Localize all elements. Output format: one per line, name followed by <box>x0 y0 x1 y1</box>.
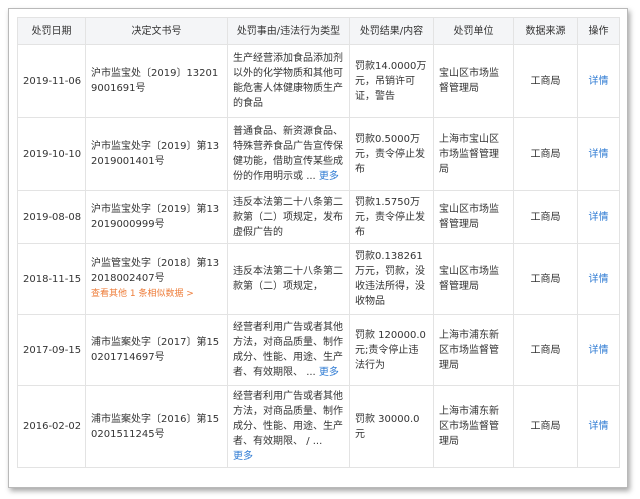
cell-doc-no: 沪市监宝处〔2019〕132019001691号 <box>85 44 228 118</box>
details-link[interactable]: 详情 <box>589 345 609 356</box>
table-row: 2019-11-06 沪市监宝处〔2019〕132019001691号 生产经营… <box>17 44 620 118</box>
cell-unit: 上海市宝山区市场监督管理局 <box>433 117 514 191</box>
table-row: 2019-10-10 沪市监宝处字〔2019〕第132019001401号 普通… <box>17 117 620 191</box>
cell-reason: 经营者利用广告或者其他方法，对商品质量、制作成分、性能、用途、生产者、有效期限、… <box>227 385 350 468</box>
cell-action: 详情 <box>577 44 620 118</box>
cell-unit: 宝山区市场监督管理局 <box>433 243 514 315</box>
cell-action: 详情 <box>577 314 620 386</box>
cell-result: 罚款14.0000万元，吊销许可证，警告 <box>349 44 434 118</box>
cell-action: 详情 <box>577 243 620 315</box>
header-source: 数据来源 <box>513 17 578 45</box>
table-row: 2016-02-02 浦市监案处字〔2016〕第150201511245号 经营… <box>17 385 620 468</box>
details-link[interactable]: 详情 <box>589 421 609 432</box>
cell-result: 罚款 120000.0元;责令停止违法行为 <box>349 314 434 386</box>
cell-action: 详情 <box>577 117 620 191</box>
cell-reason: 普通食品、新资源食品、特殊营养食品广告宣传保健功能，借助宣传某些成份的作用明示或… <box>227 117 350 191</box>
table-header-row: 处罚日期 决定文书号 处罚事由/违法行为类型 处罚结果/内容 处罚单位 数据来源… <box>17 17 620 45</box>
reason-text: 经营者利用广告或者其他方法，对商品质量、制作成分、性能、用途、生产者、有效期限、 <box>233 391 343 447</box>
screenshot-frame: 处罚日期 决定文书号 处罚事由/违法行为类型 处罚结果/内容 处罚单位 数据来源… <box>8 8 628 488</box>
table-row: 2017-09-15 浦市监案处字〔2017〕第150201714697号 经营… <box>17 314 620 386</box>
cell-unit: 上海市浦东新区市场监督管理局 <box>433 385 514 468</box>
cell-source: 工商局 <box>513 314 578 386</box>
header-unit: 处罚单位 <box>433 17 514 45</box>
details-link[interactable]: 详情 <box>589 274 609 285</box>
cell-source: 工商局 <box>513 190 578 244</box>
header-result: 处罚结果/内容 <box>349 17 434 45</box>
reason-ellipsis: / ... <box>306 436 323 447</box>
cell-date: 2019-08-08 <box>17 190 86 244</box>
cell-reason: 违反本法第二十八条第二款第（二）项规定， <box>227 243 350 315</box>
details-link[interactable]: 详情 <box>589 76 609 87</box>
cell-result: 罚款0.138261万元，罚款，没收违法所得，没收物品 <box>349 243 434 315</box>
cell-unit: 上海市浦东新区市场监督管理局 <box>433 314 514 386</box>
reason-ellipsis: ... <box>306 367 316 378</box>
cell-date: 2017-09-15 <box>17 314 86 386</box>
cell-doc-no: 浦市监案处字〔2017〕第150201714697号 <box>85 314 228 386</box>
cell-source: 工商局 <box>513 117 578 191</box>
details-link[interactable]: 详情 <box>589 149 609 160</box>
reason-text: 违反本法第二十八条第二款第（二）项规定， <box>233 266 343 292</box>
cell-result: 罚款0.5000万元，责令停止发布 <box>349 117 434 191</box>
details-link[interactable]: 详情 <box>589 212 609 223</box>
more-link[interactable]: 更多 <box>233 451 253 462</box>
cell-reason: 生产经营添加食品添加剂以外的化学物质和其他可能危害人体健康物质生产的食品 <box>227 44 350 118</box>
table-row: 2018-11-15 沪监管宝处字〔2018〕第132018002407号 查看… <box>17 243 620 315</box>
header-action: 操作 <box>577 17 620 45</box>
cell-doc-no: 沪市监宝处字〔2019〕第132019001401号 <box>85 117 228 191</box>
cell-action: 详情 <box>577 385 620 468</box>
header-date: 处罚日期 <box>17 17 86 45</box>
cell-action: 详情 <box>577 190 620 244</box>
cell-doc-no: 沪市监宝处字〔2019〕第132019000999号 <box>85 190 228 244</box>
cell-unit: 宝山区市场监督管理局 <box>433 190 514 244</box>
cell-source: 工商局 <box>513 385 578 468</box>
reason-ellipsis: ... <box>306 171 316 182</box>
cell-unit: 宝山区市场监督管理局 <box>433 44 514 118</box>
cell-doc-no: 浦市监案处字〔2016〕第150201511245号 <box>85 385 228 468</box>
table-row: 2019-08-08 沪市监宝处字〔2019〕第132019000999号 违反… <box>17 190 620 244</box>
cell-source: 工商局 <box>513 243 578 315</box>
cell-date: 2019-10-10 <box>17 117 86 191</box>
reason-text: 违反本法第二十八条第二款第（二）项规定，发布虚假广告的 <box>233 196 343 238</box>
header-reason: 处罚事由/违法行为类型 <box>227 17 350 45</box>
cell-date: 2019-11-06 <box>17 44 86 118</box>
cell-date: 2018-11-15 <box>17 243 86 315</box>
cell-doc-no: 沪监管宝处字〔2018〕第132018002407号 查看其他 1 条相似数据 … <box>85 243 228 315</box>
cell-source: 工商局 <box>513 44 578 118</box>
more-link[interactable]: 更多 <box>319 171 339 182</box>
penalty-table: 处罚日期 决定文书号 处罚事由/违法行为类型 处罚结果/内容 处罚单位 数据来源… <box>17 17 620 468</box>
more-link[interactable]: 更多 <box>319 367 339 378</box>
cell-result: 罚款 30000.0 元 <box>349 385 434 468</box>
reason-text: 生产经营添加食品添加剂以外的化学物质和其他可能危害人体健康物质生产的食品 <box>233 53 343 109</box>
header-doc-no: 决定文书号 <box>85 17 228 45</box>
similar-data-link[interactable]: 查看其他 1 条相似数据 > <box>91 287 222 302</box>
doc-no-text: 沪监管宝处字〔2018〕第132018002407号 <box>91 258 220 284</box>
cell-reason: 经营者利用广告或者其他方法，对商品质量、制作成分、性能、用途、生产者、有效期限、… <box>227 314 350 386</box>
cell-date: 2016-02-02 <box>17 385 86 468</box>
cell-reason: 违反本法第二十八条第二款第（二）项规定，发布虚假广告的 <box>227 190 350 244</box>
cell-result: 罚款1.5750万元，责令停止发布 <box>349 190 434 244</box>
